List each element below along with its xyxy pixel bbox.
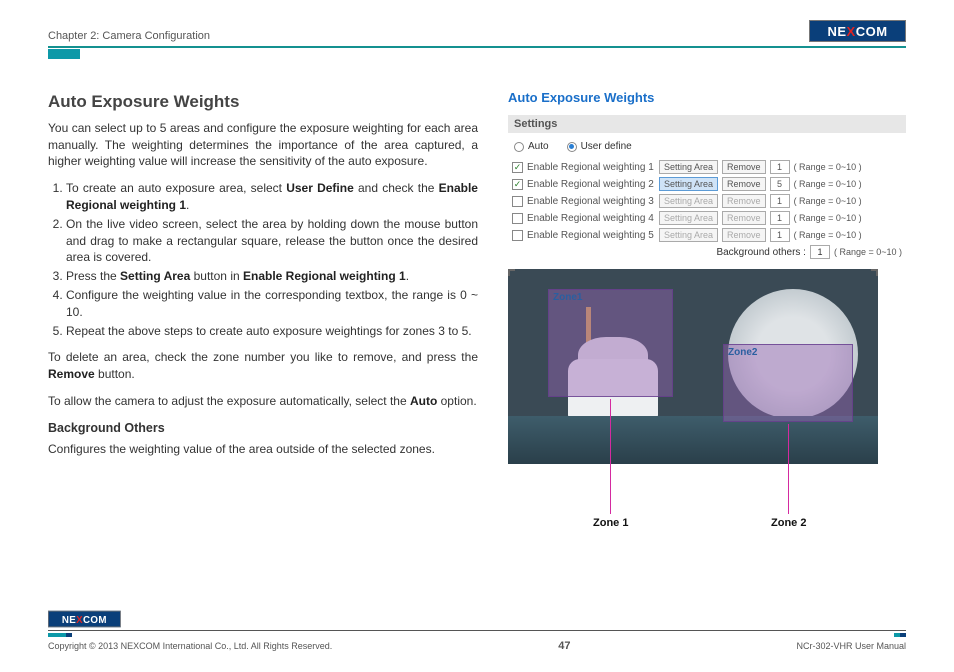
page-title: Auto Exposure Weights bbox=[48, 90, 478, 114]
weighting-row-5: Enable Regional weighting 5 Setting Area R… bbox=[512, 228, 902, 242]
weighting-range-3: ( Range = 0~10 ) bbox=[794, 196, 862, 206]
weighting-label-1: Enable Regional weighting 1 bbox=[527, 162, 655, 173]
header-rule bbox=[48, 46, 906, 48]
setting-area-button-3: Setting Area bbox=[659, 194, 718, 208]
setting-area-button-1[interactable]: Setting Area bbox=[659, 160, 718, 174]
intro-text: You can select up to 5 areas and configu… bbox=[48, 120, 478, 170]
weighting-row-2: Enable Regional weighting 2 Setting Area R… bbox=[512, 177, 902, 191]
remove-button-5: Remove bbox=[722, 228, 766, 242]
step-1: To create an auto exposure area, select … bbox=[66, 180, 478, 214]
logo-text-pre: NE bbox=[827, 24, 846, 39]
copyright: Copyright © 2013 NEXCOM International Co… bbox=[48, 641, 332, 651]
radio-userdef-label: User define bbox=[581, 141, 632, 152]
weighting-label-2: Enable Regional weighting 2 bbox=[527, 179, 655, 190]
panel-title: Auto Exposure Weights bbox=[508, 90, 906, 105]
remove-button-1[interactable]: Remove bbox=[722, 160, 766, 174]
weighting-label-4: Enable Regional weighting 4 bbox=[527, 213, 655, 224]
delete-note: To delete an area, check the zone number… bbox=[48, 349, 478, 383]
radio-auto-dot bbox=[514, 142, 524, 152]
zone-2-label: Zone2 bbox=[728, 347, 757, 358]
logo-text-x: X bbox=[847, 24, 856, 39]
weighting-value-3[interactable]: 1 bbox=[770, 194, 790, 208]
checkbox-weighting-4[interactable] bbox=[512, 213, 523, 224]
weighting-value-2[interactable]: 5 bbox=[770, 177, 790, 191]
zone-2-caption: Zone 2 bbox=[771, 517, 806, 529]
zone-1-box[interactable]: Zone1 bbox=[548, 289, 673, 397]
bg-others-text: Configures the weighting value of the ar… bbox=[48, 441, 478, 458]
radio-auto[interactable]: Auto bbox=[514, 141, 549, 152]
brand-logo: NEXCOM bbox=[809, 20, 906, 42]
checkbox-weighting-1[interactable] bbox=[512, 162, 523, 173]
remove-button-2[interactable]: Remove bbox=[722, 177, 766, 191]
bg-others-title: Background Others bbox=[48, 420, 478, 438]
radio-auto-label: Auto bbox=[528, 141, 549, 152]
zone-1-caption: Zone 1 bbox=[593, 517, 628, 529]
weighting-range-4: ( Range = 0~10 ) bbox=[794, 213, 862, 223]
step-4: Configure the weighting value in the cor… bbox=[66, 287, 478, 321]
callout-line-2 bbox=[788, 424, 789, 514]
bg-others-label: Background others : bbox=[716, 247, 806, 258]
weighting-label-3: Enable Regional weighting 3 bbox=[527, 196, 655, 207]
remove-button-4: Remove bbox=[722, 211, 766, 225]
page-number: 47 bbox=[558, 640, 570, 652]
settings-header: Settings bbox=[508, 115, 906, 133]
weighting-value-5[interactable]: 1 bbox=[770, 228, 790, 242]
weighting-range-1: ( Range = 0~10 ) bbox=[794, 162, 862, 172]
setting-area-button-4: Setting Area bbox=[659, 211, 718, 225]
step-5: Repeat the above steps to create auto ex… bbox=[66, 323, 478, 340]
zone-2-box[interactable]: Zone2 bbox=[723, 344, 853, 422]
step-2: On the live video screen, select the are… bbox=[66, 216, 478, 266]
radio-userdef-dot bbox=[567, 142, 577, 152]
weighting-row-1: Enable Regional weighting 1 Setting Area R… bbox=[512, 160, 902, 174]
header-tab bbox=[48, 49, 80, 59]
setting-area-button-2[interactable]: Setting Area bbox=[659, 177, 718, 191]
manual-name: NCr-302-VHR User Manual bbox=[796, 641, 906, 651]
remove-button-3: Remove bbox=[722, 194, 766, 208]
video-preview[interactable]: Zone1 Zone2 bbox=[508, 269, 878, 464]
footer-logo: NEXCOM bbox=[48, 611, 121, 628]
weighting-value-1[interactable]: 1 bbox=[770, 160, 790, 174]
weighting-range-2: ( Range = 0~10 ) bbox=[794, 179, 862, 189]
step-3: Press the Setting Area button in Enable … bbox=[66, 268, 478, 285]
setting-area-button-5: Setting Area bbox=[659, 228, 718, 242]
weighting-label-5: Enable Regional weighting 5 bbox=[527, 230, 655, 241]
auto-note: To allow the camera to adjust the exposu… bbox=[48, 393, 478, 410]
zone-1-label: Zone1 bbox=[553, 292, 582, 303]
corner-icon bbox=[508, 269, 515, 276]
bg-others-range: ( Range = 0~10 ) bbox=[834, 247, 902, 257]
callout-line-1 bbox=[610, 399, 611, 514]
footer-rule bbox=[48, 630, 906, 631]
radio-user-define[interactable]: User define bbox=[567, 141, 632, 152]
weighting-row-4: Enable Regional weighting 4 Setting Area R… bbox=[512, 211, 902, 225]
checkbox-weighting-2[interactable] bbox=[512, 179, 523, 190]
preview-desk bbox=[508, 416, 878, 464]
weighting-range-5: ( Range = 0~10 ) bbox=[794, 230, 862, 240]
footer-flags bbox=[48, 633, 906, 637]
checkbox-weighting-5[interactable] bbox=[512, 230, 523, 241]
bg-others-value[interactable]: 1 bbox=[810, 245, 830, 259]
logo-text-post: COM bbox=[856, 24, 888, 39]
weighting-value-4[interactable]: 1 bbox=[770, 211, 790, 225]
corner-icon bbox=[871, 269, 878, 276]
checkbox-weighting-3[interactable] bbox=[512, 196, 523, 207]
weighting-row-3: Enable Regional weighting 3 Setting Area R… bbox=[512, 194, 902, 208]
chapter-label: Chapter 2: Camera Configuration bbox=[48, 30, 210, 42]
